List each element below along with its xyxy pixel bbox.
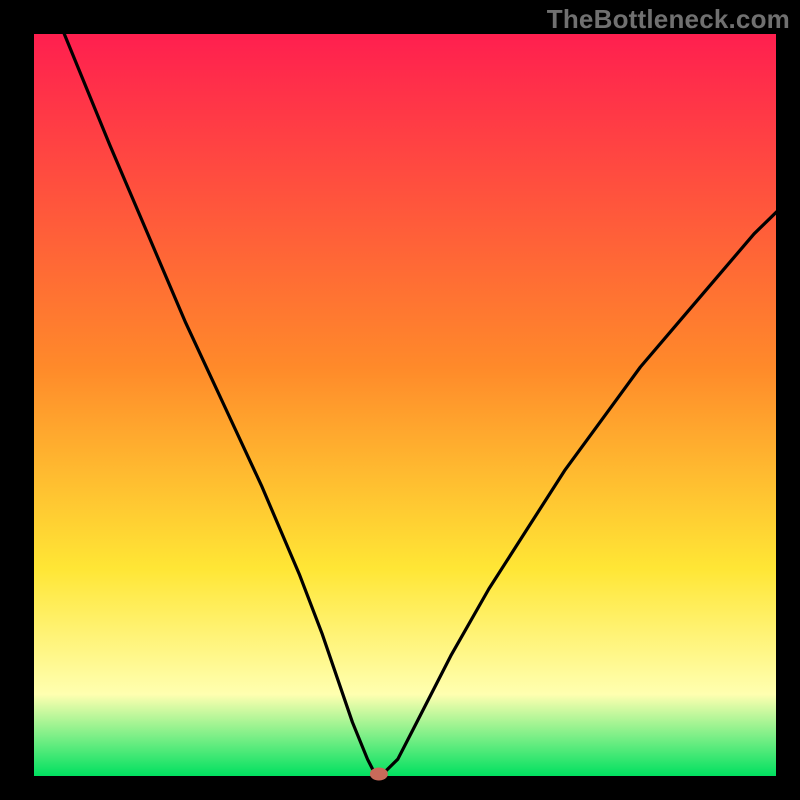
bottleneck-chart bbox=[0, 0, 800, 800]
chart-container: TheBottleneck.com bbox=[0, 0, 800, 800]
watermark-text: TheBottleneck.com bbox=[547, 4, 790, 35]
optimal-marker bbox=[370, 768, 388, 781]
plot-background bbox=[34, 34, 776, 776]
